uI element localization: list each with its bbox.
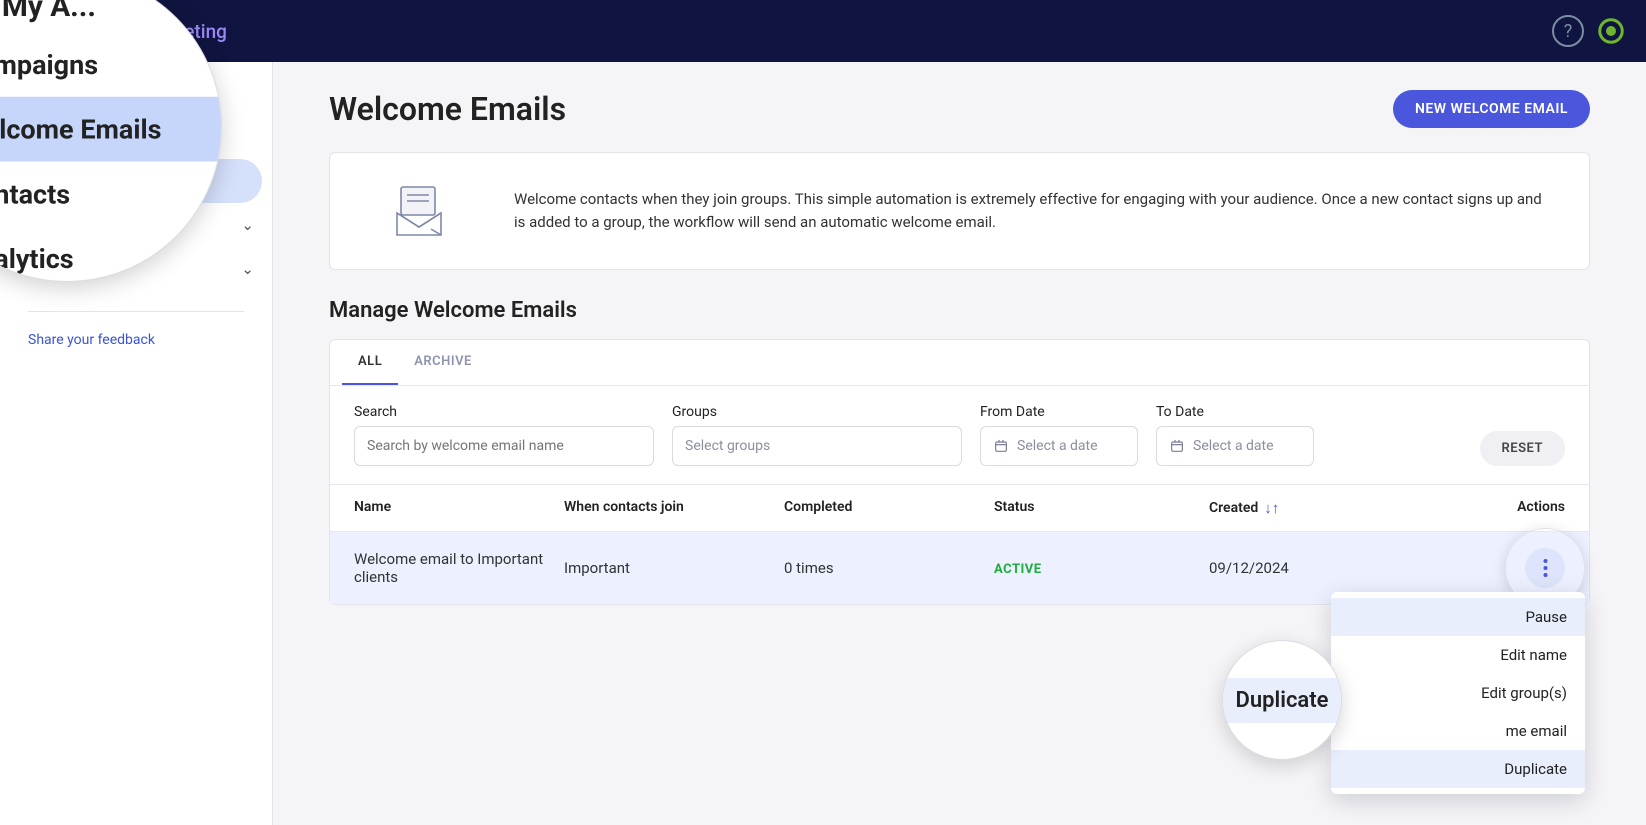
brand-logo[interactable] xyxy=(20,18,56,44)
cell-created: 09/12/2024 xyxy=(1209,559,1439,577)
groups-label: Groups xyxy=(672,404,962,420)
topbar: Email Marketing ? xyxy=(0,0,1646,62)
to-date-input[interactable]: Select a date xyxy=(1156,426,1314,466)
th-actions: Actions xyxy=(1439,499,1565,517)
kebab-icon xyxy=(1543,558,1548,578)
dropdown-duplicate[interactable]: Duplicate xyxy=(1331,750,1585,788)
th-status[interactable]: Status xyxy=(994,499,1209,517)
sort-icon: ↓↑ xyxy=(1264,499,1279,517)
help-icon[interactable]: ? xyxy=(1552,15,1584,47)
app-switcher-icon[interactable] xyxy=(1596,16,1626,46)
cell-name: Welcome email to Important clients xyxy=(354,550,564,586)
from-date-placeholder: Select a date xyxy=(1017,438,1098,454)
from-date-label: From Date xyxy=(980,404,1138,420)
info-text: Welcome contacts when they join groups. … xyxy=(514,188,1555,235)
status-badge: ACTIVE xyxy=(994,562,1042,577)
sidebar-item-contacts[interactable]: Contacts ⌄ xyxy=(0,203,272,247)
sidebar-item-label: Campaigns xyxy=(54,128,130,146)
sidebar-divider xyxy=(28,311,244,312)
row-actions-button[interactable] xyxy=(1525,548,1565,588)
manage-section-title: Manage Welcome Emails xyxy=(329,298,1590,323)
calendar-icon xyxy=(1169,438,1185,454)
groups-placeholder: Select groups xyxy=(685,438,770,454)
dropdown-edit-welcome-email[interactable]: me email xyxy=(1331,712,1585,750)
reset-button[interactable]: RESET xyxy=(1480,431,1565,466)
dropdown-edit-groups[interactable]: Edit group(s) xyxy=(1331,674,1585,712)
sidebar-item-welcome-emails[interactable]: Welcome Emails xyxy=(0,159,262,203)
calendar-icon xyxy=(993,438,1009,454)
feedback-link[interactable]: Share your feedback xyxy=(0,332,272,348)
th-created-label: Created xyxy=(1209,500,1258,516)
tab-all[interactable]: ALL xyxy=(342,340,398,385)
main-content: Welcome Emails NEW WELCOME EMAIL Welcome… xyxy=(273,62,1646,825)
search-input[interactable] xyxy=(354,426,654,466)
sidebar-item-label: Welcome Emails xyxy=(54,172,165,190)
groups-select[interactable]: Select groups xyxy=(672,426,962,466)
th-name[interactable]: Name xyxy=(354,499,564,517)
contacts-icon xyxy=(22,215,42,235)
th-join[interactable]: When contacts join xyxy=(564,499,784,517)
sidebar-item-analytics[interactable]: Analytics ⌄ xyxy=(0,247,272,291)
th-completed[interactable]: Completed xyxy=(784,499,994,517)
sidebar: Go To My A... Campaigns Welcome Emails C… xyxy=(0,62,273,825)
welcome-email-illustration xyxy=(364,179,474,243)
chevron-down-icon: ⌄ xyxy=(241,216,254,234)
topbar-divider xyxy=(72,19,73,43)
tabs: ALL ARCHIVE xyxy=(330,340,1589,386)
table-row[interactable]: Welcome email to Important clients Impor… xyxy=(330,532,1589,604)
dropdown-edit-name[interactable]: Edit name xyxy=(1331,636,1585,674)
sidebar-item-campaigns[interactable]: Campaigns xyxy=(0,115,272,159)
filters-row: Search Groups Select groups From Date Se… xyxy=(330,386,1589,484)
dropdown-pause[interactable]: Pause xyxy=(1331,598,1585,636)
goto-link[interactable]: Go To My A... xyxy=(0,74,272,115)
search-label: Search xyxy=(354,404,654,420)
page-title: Welcome Emails xyxy=(329,90,566,128)
envelope-icon xyxy=(22,127,42,147)
cell-join: Important xyxy=(564,559,784,577)
to-date-placeholder: Select a date xyxy=(1193,438,1274,454)
chevron-down-icon: ⌄ xyxy=(241,260,254,278)
analytics-icon xyxy=(22,259,42,279)
to-date-label: To Date xyxy=(1156,404,1314,420)
sidebar-item-label: Contacts xyxy=(54,216,114,234)
actions-dropdown: Pause Edit name Edit group(s) me email D… xyxy=(1331,592,1585,794)
table-header: Name When contacts join Completed Status… xyxy=(330,484,1589,532)
th-created[interactable]: Created ↓↑ xyxy=(1209,499,1439,517)
envelope-heart-icon xyxy=(22,171,42,191)
sidebar-item-label: Analytics xyxy=(54,260,115,278)
tab-archive[interactable]: ARCHIVE xyxy=(398,340,488,385)
section-title: Email Marketing xyxy=(89,20,227,43)
cell-completed: 0 times xyxy=(784,559,994,577)
from-date-input[interactable]: Select a date xyxy=(980,426,1138,466)
new-welcome-email-button[interactable]: NEW WELCOME EMAIL xyxy=(1393,90,1590,128)
info-card: Welcome contacts when they join groups. … xyxy=(329,152,1590,270)
table-card: ALL ARCHIVE Search Groups Select groups … xyxy=(329,339,1590,605)
